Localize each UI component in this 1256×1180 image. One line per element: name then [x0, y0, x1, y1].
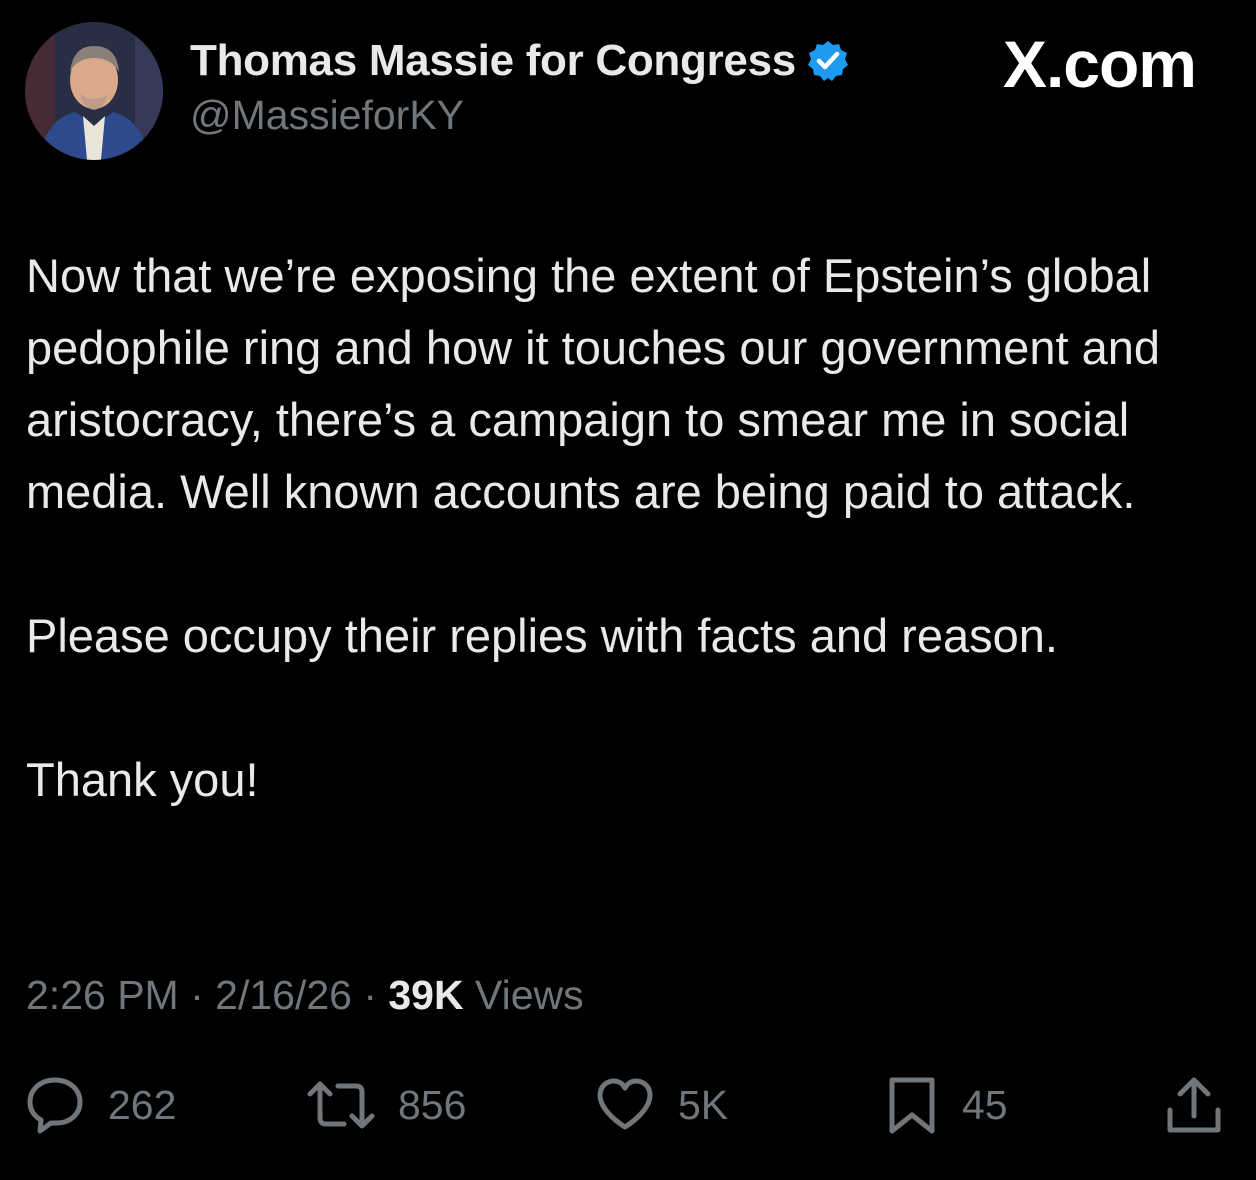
reply-bubble-icon — [27, 1077, 83, 1134]
bookmark-count: 45 — [962, 1081, 1008, 1128]
like-button[interactable]: 5K — [594, 1070, 728, 1140]
tweet-body: Now that we’re exposing the extent of Ep… — [26, 240, 1236, 816]
tweet-card: Thomas Massie for Congress @MassieforKY … — [0, 0, 1256, 1180]
share-button[interactable] — [1164, 1070, 1224, 1140]
tweet-date[interactable]: 2/16/26 — [215, 972, 352, 1018]
tweet-time[interactable]: 2:26 PM — [26, 972, 179, 1018]
share-upload-icon — [1167, 1077, 1221, 1133]
reply-button[interactable]: 262 — [24, 1070, 176, 1140]
action-bar: 262 856 5K 45 — [0, 1070, 1256, 1140]
tweet-meta: 2:26 PM · 2/16/26 · 39K Views — [26, 972, 584, 1019]
tweet-paragraph: Please occupy their replies with facts a… — [26, 609, 1058, 662]
author-avatar[interactable] — [25, 22, 163, 160]
views-label: Views — [475, 972, 584, 1018]
reply-count: 262 — [108, 1081, 177, 1128]
retweet-count: 856 — [398, 1081, 467, 1128]
heart-icon — [597, 1078, 653, 1130]
retweet-arrows-icon — [307, 1081, 375, 1129]
tweet-paragraph: Now that we’re exposing the extent of Ep… — [26, 249, 1160, 518]
retweet-button[interactable]: 856 — [306, 1070, 466, 1140]
bookmark-button[interactable]: 45 — [884, 1070, 1008, 1140]
brand-watermark: X.com — [1002, 27, 1197, 101]
author-name-text: Thomas Massie for Congress — [190, 36, 796, 85]
author-display-name[interactable]: Thomas Massie for Congress — [190, 36, 850, 86]
avatar-photo — [25, 22, 163, 160]
tweet-paragraph: Thank you! — [26, 753, 259, 806]
meta-separator: · — [178, 972, 216, 1018]
verified-badge-icon — [806, 39, 850, 83]
author-handle[interactable]: @MassieforKY — [190, 92, 464, 139]
views-count: 39K — [388, 972, 464, 1018]
meta-separator: · — [351, 972, 389, 1018]
like-count: 5K — [678, 1081, 729, 1128]
bookmark-icon — [889, 1077, 935, 1134]
